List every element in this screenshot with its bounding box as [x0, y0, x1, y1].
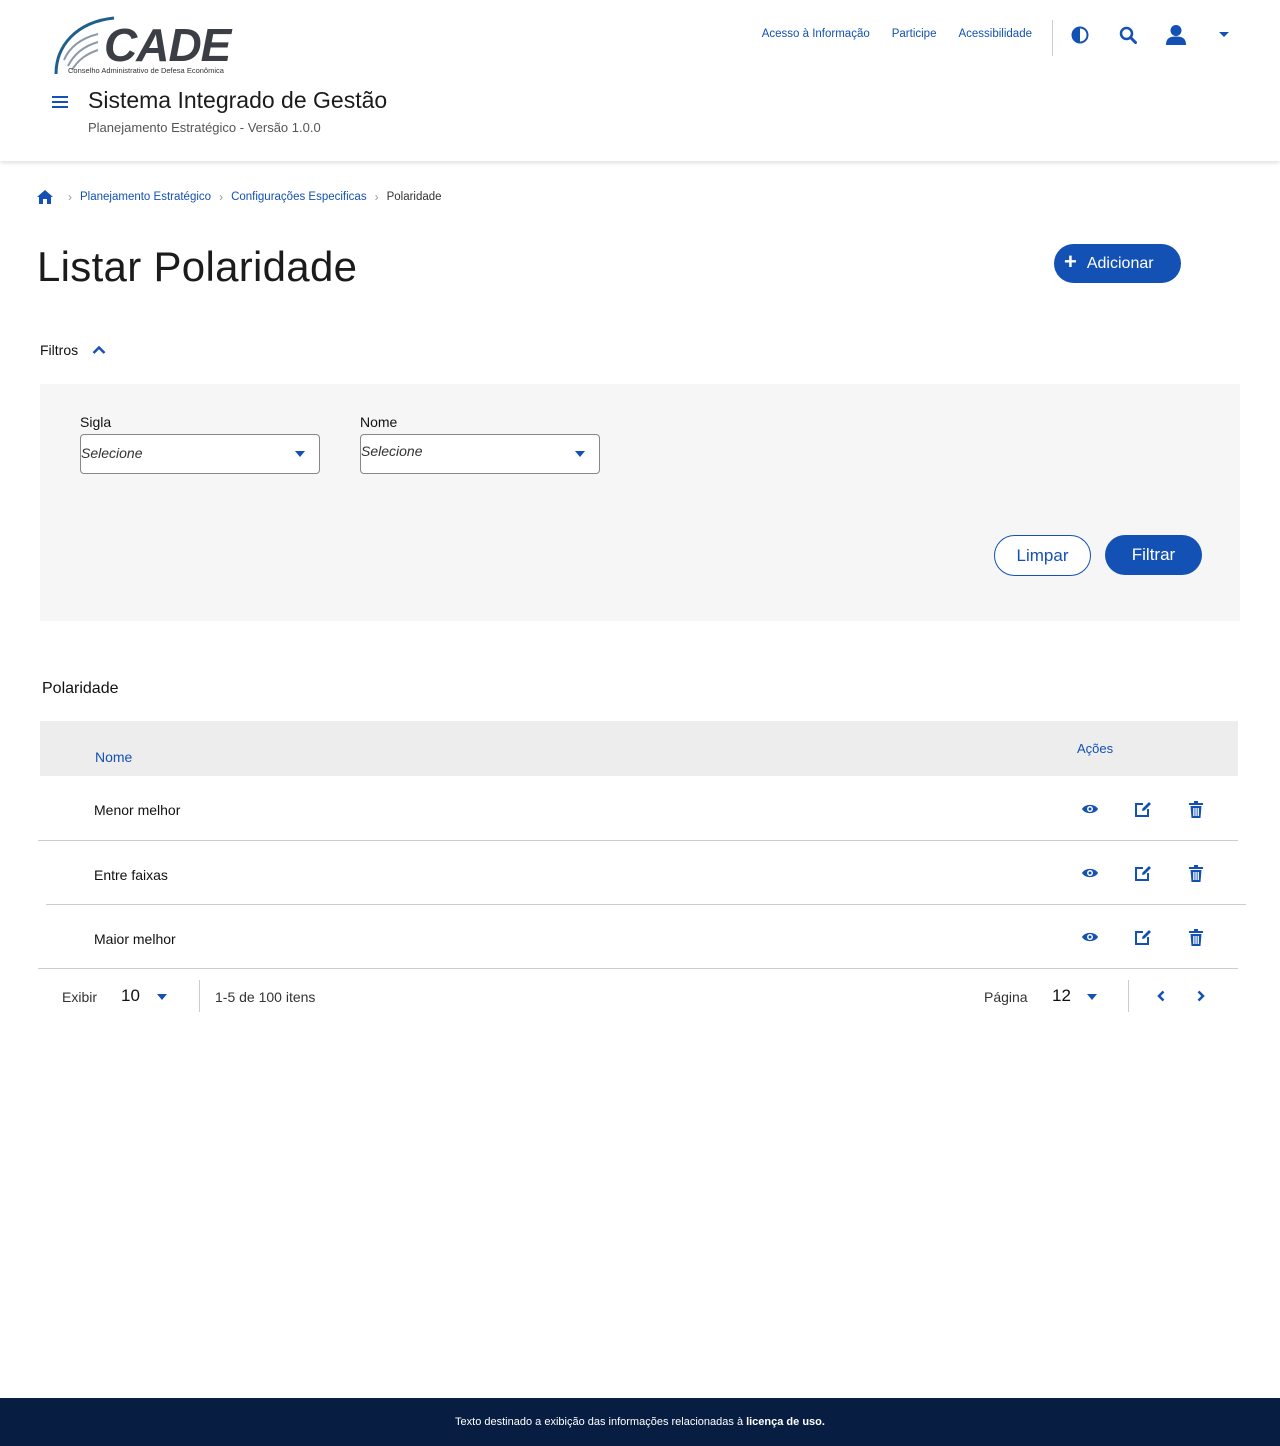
- table-header: Nome Ações: [40, 721, 1238, 776]
- add-button[interactable]: + Adicionar: [1054, 244, 1181, 283]
- chevron-up-icon: [92, 345, 106, 354]
- breadcrumb-separator-icon: ›: [219, 190, 224, 204]
- column-header-acoes: Ações: [1077, 741, 1114, 756]
- page-label: Página: [984, 989, 1028, 1005]
- column-header-nome[interactable]: Nome: [95, 749, 132, 765]
- top-links: Acesso à Informação Participe Acessibili…: [762, 28, 1032, 40]
- row-name: Maior melhor: [94, 931, 176, 947]
- header-divider: [1052, 20, 1053, 56]
- edit-icon[interactable]: [1133, 799, 1153, 819]
- filter-panel: Sigla Selecione Nome Selecione Limpar Fi…: [40, 384, 1240, 621]
- breadcrumb-planejamento[interactable]: Planejamento Estratégico: [80, 191, 211, 203]
- row-name: Entre faixas: [94, 867, 168, 883]
- filters-toggle[interactable]: Filtros: [40, 342, 106, 358]
- filter-button[interactable]: Filtrar: [1105, 535, 1202, 575]
- chevron-down-icon[interactable]: [1213, 24, 1235, 46]
- menu-bar-icon: [52, 96, 68, 98]
- sigla-select-value: Selecione: [81, 445, 143, 461]
- home-icon[interactable]: [36, 189, 54, 205]
- menu-bar-icon: [52, 101, 68, 103]
- eye-icon[interactable]: [1080, 863, 1100, 883]
- pagination-divider: [199, 980, 200, 1012]
- logo-subtitle: Conselho Administrativo de Defesa Econôm…: [68, 66, 224, 75]
- trash-icon[interactable]: [1186, 863, 1206, 883]
- breadcrumb-current: Polaridade: [386, 191, 442, 203]
- contrast-icon[interactable]: [1069, 24, 1091, 46]
- page-size-caret-icon[interactable]: [157, 994, 167, 1000]
- caret-down-icon: [575, 451, 585, 457]
- system-subtitle: Planejamento Estratégico - Versão 1.0.0: [88, 120, 321, 135]
- system-title: Sistema Integrado de Gestão: [88, 87, 388, 113]
- breadcrumb-configuracoes[interactable]: Configurações Especificas: [231, 191, 367, 203]
- chevron-left-icon[interactable]: [1152, 987, 1170, 1005]
- link-acessibilidade[interactable]: Acessibilidade: [958, 28, 1032, 40]
- add-button-label: Adicionar: [1086, 254, 1154, 272]
- page-header: CADE Conselho Administrativo de Defesa E…: [0, 0, 1280, 161]
- clear-button[interactable]: Limpar: [994, 535, 1091, 576]
- nome-label: Nome: [360, 414, 398, 430]
- filters-label: Filtros: [40, 342, 79, 358]
- menu-button[interactable]: [52, 96, 68, 110]
- eye-icon[interactable]: [1080, 927, 1100, 947]
- breadcrumb-separator-icon: ›: [68, 190, 72, 204]
- link-participe[interactable]: Participe: [892, 28, 937, 40]
- page-size-label: Exibir: [62, 989, 98, 1005]
- edit-icon[interactable]: [1133, 927, 1153, 947]
- breadcrumb-separator-icon: ›: [374, 190, 379, 204]
- plus-icon: +: [1064, 248, 1077, 274]
- sigla-label: Sigla: [80, 414, 112, 430]
- table-row: Maior melhor: [38, 905, 1238, 969]
- table-row: Entre faixas: [38, 841, 1238, 905]
- sigla-select[interactable]: Selecione: [80, 434, 320, 474]
- breadcrumb: › Planejamento Estratégico › Configuraçõ…: [36, 189, 442, 205]
- row-name: Menor melhor: [94, 802, 181, 818]
- table-row: Menor melhor: [38, 777, 1238, 841]
- menu-bar-icon: [52, 106, 68, 108]
- user-icon[interactable]: [1165, 24, 1187, 46]
- nome-select-value: Selecione: [361, 443, 423, 459]
- page-size-value[interactable]: 10: [121, 986, 140, 1006]
- page-footer: Texto destinado a exibição das informaçõ…: [0, 1398, 1280, 1446]
- license-link[interactable]: licença de uso.: [746, 1416, 825, 1428]
- caret-down-icon: [295, 451, 305, 457]
- page-number-caret-icon[interactable]: [1087, 994, 1097, 1000]
- chevron-right-icon[interactable]: [1192, 987, 1210, 1005]
- pagination-divider: [1128, 980, 1129, 1012]
- logo-wordmark: CADE: [104, 19, 231, 71]
- nome-select[interactable]: Selecione: [360, 434, 600, 474]
- trash-icon[interactable]: [1186, 927, 1206, 947]
- page-title: Listar Polaridade: [37, 243, 358, 290]
- cade-logo[interactable]: CADE Conselho Administrativo de Defesa E…: [52, 16, 242, 76]
- footer-text: Texto destinado a exibição das informaçõ…: [455, 1416, 744, 1428]
- edit-icon[interactable]: [1133, 863, 1153, 883]
- row-divider: [38, 968, 1238, 969]
- link-acesso-informacao[interactable]: Acesso à Informação: [762, 28, 870, 40]
- search-icon[interactable]: [1117, 24, 1139, 46]
- trash-icon[interactable]: [1186, 799, 1206, 819]
- page-number-value[interactable]: 12: [1052, 986, 1071, 1006]
- eye-icon[interactable]: [1080, 799, 1100, 819]
- range-text: 1-5 de 100 itens: [215, 989, 316, 1005]
- table-title: Polaridade: [42, 680, 119, 697]
